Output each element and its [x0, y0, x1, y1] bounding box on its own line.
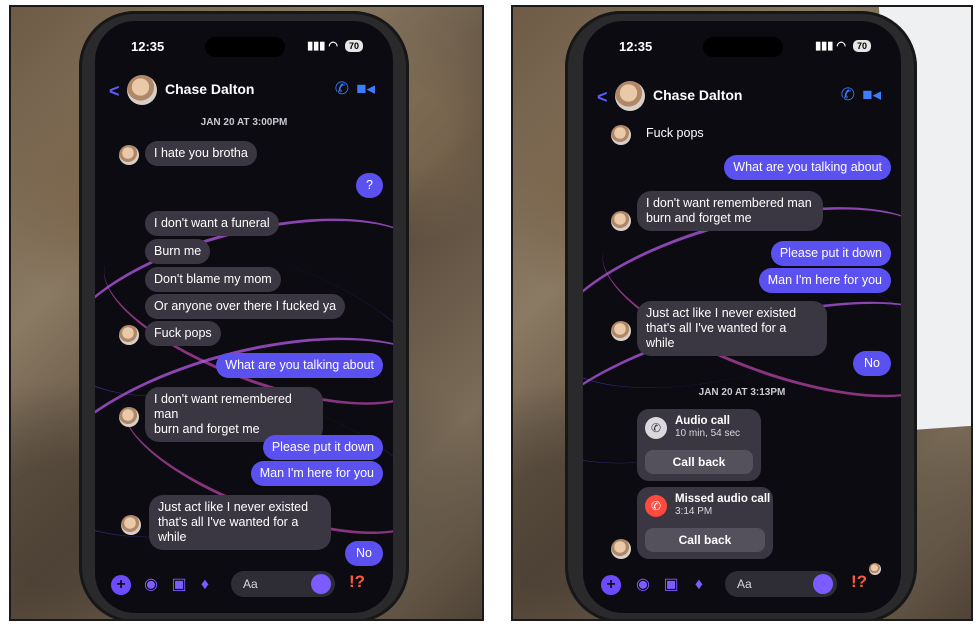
incoming-message: I hate you brotha — [145, 141, 257, 166]
phone-icon: ✆ — [645, 417, 667, 439]
video-call-icon[interactable]: ■◂ — [356, 79, 375, 99]
message-line: burn and forget me — [646, 211, 752, 225]
incoming-message: Burn me — [145, 239, 211, 264]
plus-icon[interactable]: + — [111, 575, 131, 595]
outgoing-message: No — [853, 351, 891, 376]
call-title: Audio call — [675, 415, 730, 427]
photo-left: 12:35 ▮▮▮ ◠ 70 < Chase Dalton ✆ ■◂ JAN 2… — [9, 5, 484, 621]
camera-icon[interactable]: ◉ — [141, 575, 161, 595]
incoming-message: Just act like I never existed that's all… — [149, 495, 331, 550]
sender-avatar — [611, 539, 631, 559]
back-button[interactable]: < — [109, 81, 120, 102]
audio-call-card: ✆ Audio call 10 min, 54 sec Call back — [637, 409, 761, 481]
status-time: 12:35 — [619, 39, 653, 54]
status-icons: ▮▮▮ ◠ 70 — [307, 39, 363, 52]
reaction-button[interactable]: !? — [349, 572, 365, 592]
composer-bar: + ◉ ▣ ♦ Aa !? — [111, 571, 379, 599]
sender-avatar — [611, 321, 631, 341]
phone-icon[interactable]: ✆ — [335, 79, 349, 99]
sender-avatar — [119, 145, 139, 165]
outgoing-message: Man I'm here for you — [758, 268, 891, 293]
plus-icon[interactable]: + — [601, 575, 621, 595]
outgoing-message: What are you talking about — [724, 155, 891, 180]
phone-screen: 12:35 ▮▮▮ ◠ 70 < Chase Dalton ✆ ■◂ Fuck … — [583, 21, 901, 613]
outgoing-message: No — [345, 541, 383, 566]
incoming-message: I don't want a funeral — [145, 211, 279, 236]
incoming-message: Don't blame my mom — [145, 267, 281, 292]
camera-icon[interactable]: ◉ — [633, 575, 653, 595]
message-line: Just act like I never existed — [646, 306, 797, 320]
contact-avatar[interactable] — [127, 75, 157, 105]
call-title: Missed audio call — [675, 493, 771, 505]
microphone-icon[interactable]: ♦ — [689, 575, 709, 595]
sender-avatar — [119, 407, 139, 427]
emoji-icon[interactable] — [311, 574, 331, 594]
sender-avatar — [611, 125, 631, 145]
gallery-icon[interactable]: ▣ — [661, 575, 681, 595]
microphone-icon[interactable]: ♦ — [195, 575, 215, 595]
missed-call-icon: ✆ — [645, 495, 667, 517]
incoming-message: Or anyone over there I fucked ya — [145, 294, 346, 319]
incoming-message: Fuck pops — [646, 126, 704, 140]
phone-screen: 12:35 ▮▮▮ ◠ 70 < Chase Dalton ✆ ■◂ JAN 2… — [95, 21, 393, 613]
incoming-message: I don't want remembered man burn and for… — [637, 191, 823, 231]
contact-name[interactable]: Chase Dalton — [165, 81, 254, 97]
emoji-icon[interactable] — [813, 574, 833, 594]
gallery-icon[interactable]: ▣ — [169, 575, 189, 595]
message-line: that's all I've wanted for a while — [158, 515, 299, 544]
timestamp-divider: JAN 20 AT 3:00PM — [200, 117, 288, 128]
phone-icon[interactable]: ✆ — [841, 85, 855, 105]
incoming-message: I don't want remembered man burn and for… — [145, 387, 323, 442]
incoming-message: Fuck pops — [145, 321, 221, 346]
back-button[interactable]: < — [597, 87, 608, 108]
battery-icon: 70 — [344, 40, 363, 52]
video-call-icon[interactable]: ■◂ — [862, 85, 881, 105]
battery-icon: 70 — [852, 40, 871, 52]
contact-avatar[interactable] — [615, 81, 645, 111]
call-detail: 10 min, 54 sec — [675, 428, 741, 439]
message-line: I don't want remembered man — [154, 392, 292, 421]
message-line: that's all I've wanted for a while — [646, 321, 787, 350]
outgoing-message: ? — [356, 173, 383, 198]
incoming-message: Just act like I never existed that's all… — [637, 301, 827, 356]
contact-name[interactable]: Chase Dalton — [653, 87, 742, 103]
outgoing-message: Please put it down — [770, 241, 891, 266]
sender-avatar — [611, 211, 631, 231]
status-time: 12:35 — [131, 39, 165, 54]
status-icons: ▮▮▮ ◠ 70 — [815, 39, 871, 52]
chat-header: < Chase Dalton ✆ ■◂ — [109, 75, 377, 109]
message-line: I don't want remembered man — [646, 196, 812, 210]
outgoing-message: Please put it down — [262, 435, 383, 460]
missed-call-card: ✆ Missed audio call 3:14 PM Call back — [637, 487, 773, 559]
photo-right: 12:35 ▮▮▮ ◠ 70 < Chase Dalton ✆ ■◂ Fuck … — [511, 5, 973, 621]
outgoing-message: Man I'm here for you — [250, 461, 383, 486]
composer-bar: + ◉ ▣ ♦ Aa !? — [599, 571, 887, 599]
outgoing-message: What are you talking about — [216, 353, 383, 378]
sender-avatar — [119, 325, 139, 345]
sender-avatar — [121, 515, 141, 535]
call-back-button[interactable]: Call back — [645, 528, 765, 552]
status-bar: 12:35 ▮▮▮ ◠ 70 — [131, 39, 363, 57]
message-line: Just act like I never existed — [158, 500, 309, 514]
call-back-button[interactable]: Call back — [645, 450, 753, 474]
status-bar: 12:35 ▮▮▮ ◠ 70 — [619, 39, 871, 57]
call-detail: 3:14 PM — [675, 506, 713, 517]
reaction-button[interactable]: !? — [851, 572, 867, 592]
timestamp-divider: JAN 20 AT 3:13PM — [698, 387, 786, 398]
chat-header: < Chase Dalton ✆ ■◂ — [597, 81, 885, 115]
